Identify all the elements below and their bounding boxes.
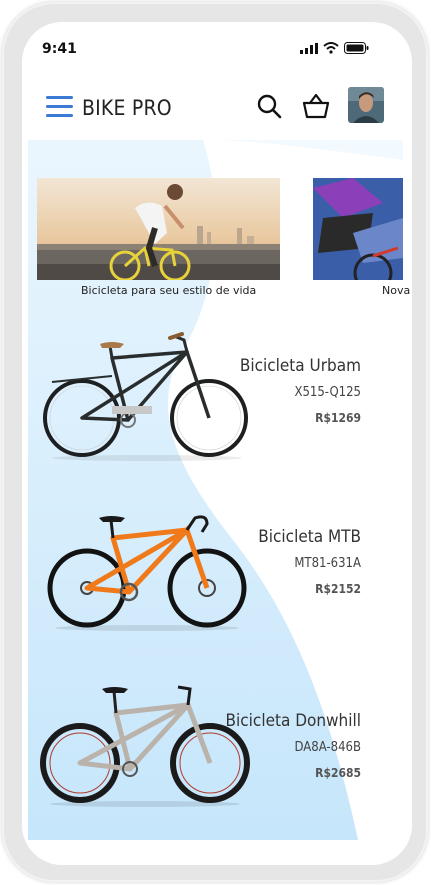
search-icon[interactable] <box>256 93 282 119</box>
bike-downhill-image[interactable] <box>40 683 252 808</box>
wifi-icon <box>323 42 339 54</box>
avatar[interactable] <box>348 87 384 123</box>
brand-title: BIKE PRO <box>82 96 172 120</box>
status-icons <box>300 42 369 54</box>
product-name-2: Bicicleta MTB <box>258 527 361 547</box>
product-name-3: Bicicleta Donwhill <box>225 711 361 731</box>
status-time: 9:41 <box>42 41 77 57</box>
product-price-3: R$2685 <box>315 766 361 780</box>
menu-icon[interactable] <box>46 96 73 122</box>
banner-card-2[interactable] <box>313 178 403 280</box>
product-code-2: MT81-631A <box>294 556 361 571</box>
product-code-3: DA8A-846B <box>294 740 362 755</box>
signal-icon <box>300 42 318 54</box>
battery-icon <box>344 42 369 54</box>
bike-mtb-image[interactable] <box>47 512 252 632</box>
banner-graffiti-image <box>313 178 403 280</box>
user-avatar-image <box>348 87 384 123</box>
product-code-1: X515-Q125 <box>294 385 361 400</box>
banner-cyclist-image <box>37 178 280 280</box>
banner-caption-2: Nova <box>382 284 411 297</box>
banner-card-1[interactable] <box>37 178 280 280</box>
bike-urban-image[interactable] <box>42 332 252 462</box>
basket-icon[interactable] <box>301 91 331 121</box>
product-name-1: Bicicleta Urbam <box>239 356 361 376</box>
product-price-1: R$1269 <box>315 411 361 425</box>
product-price-2: R$2152 <box>315 582 361 596</box>
banner-caption-1: Bicicleta para seu estilo de vida <box>81 284 257 297</box>
